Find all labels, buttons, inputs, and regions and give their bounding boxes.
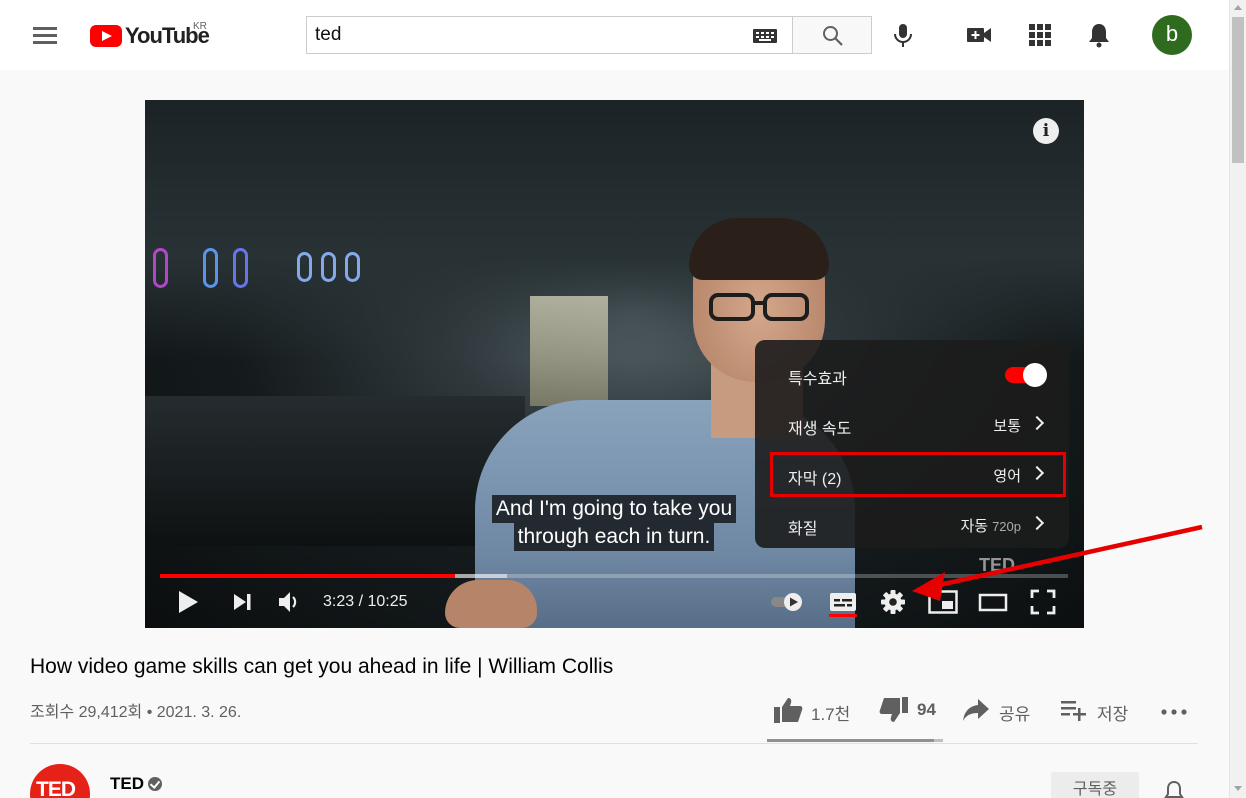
annotations-toggle[interactable] bbox=[1003, 363, 1049, 387]
like-count: 1.7천 bbox=[811, 705, 851, 724]
video-frame-neon bbox=[321, 252, 336, 282]
video-frame-neon bbox=[345, 252, 360, 282]
scroll-thumb[interactable] bbox=[1232, 17, 1244, 163]
more-actions-icon[interactable] bbox=[1160, 704, 1188, 720]
microphone-icon[interactable] bbox=[890, 22, 916, 48]
menu-item-value: 보통 bbox=[993, 418, 1021, 435]
like-dislike-ratio-bar bbox=[767, 739, 943, 742]
scroll-up-arrow-icon[interactable] bbox=[1234, 5, 1242, 10]
like-ratio-fill bbox=[767, 739, 935, 742]
menu-item-annotations[interactable]: 특수효과 bbox=[755, 350, 1069, 400]
time-display: 3:23 / 10:25 bbox=[323, 593, 408, 610]
account-avatar[interactable]: b bbox=[1152, 15, 1192, 55]
apps-grid-icon[interactable] bbox=[1027, 22, 1053, 48]
subtitle-caption: And I'm going to take you through each i… bbox=[481, 495, 747, 551]
next-video-icon[interactable] bbox=[231, 589, 255, 615]
search-input[interactable] bbox=[315, 17, 745, 53]
menu-item-label: 재생 속도 bbox=[788, 421, 852, 438]
like-button[interactable]: 1.7천 bbox=[773, 696, 863, 726]
search-button[interactable] bbox=[792, 16, 872, 54]
share-label: 공유 bbox=[999, 705, 1031, 724]
video-frame-background bbox=[145, 100, 1084, 360]
playlist-add-icon bbox=[1061, 701, 1086, 721]
video-frame-window bbox=[530, 296, 608, 406]
video-frame-neon bbox=[297, 252, 312, 282]
save-button[interactable]: 저장 bbox=[1060, 696, 1140, 726]
save-label: 저장 bbox=[1097, 705, 1129, 724]
search-box bbox=[306, 16, 793, 54]
caption-line-1: And I'm going to take you bbox=[491, 495, 737, 523]
settings-menu: 특수효과 재생 속도 보통 자막 (2) 영어 화질 자동 720p bbox=[755, 340, 1069, 548]
create-video-icon[interactable] bbox=[966, 22, 992, 48]
page-scrollbar[interactable] bbox=[1229, 0, 1246, 798]
divider bbox=[30, 743, 1198, 744]
play-icon[interactable] bbox=[176, 589, 200, 615]
video-frame-desks bbox=[145, 396, 525, 546]
speaker-hand bbox=[445, 580, 537, 628]
channel-avatar-text: TED bbox=[36, 778, 76, 798]
video-frame-neon bbox=[153, 248, 168, 288]
verified-badge-icon bbox=[148, 777, 162, 791]
channel-notification-bell-icon[interactable] bbox=[1163, 780, 1185, 798]
channel-name[interactable]: TED bbox=[110, 774, 144, 794]
volume-icon[interactable] bbox=[277, 589, 303, 615]
video-meta: 조회수 29,412회 • 2021. 3. 26. bbox=[30, 704, 242, 721]
dislike-count: 94 bbox=[917, 700, 936, 719]
menu-item-label: 특수효과 bbox=[788, 371, 847, 388]
search-icon bbox=[823, 26, 843, 46]
menu-item-playback-speed[interactable]: 재생 속도 보통 bbox=[755, 400, 1069, 450]
share-button[interactable]: 공유 bbox=[962, 696, 1042, 726]
subscribed-button[interactable]: 구독중 bbox=[1051, 772, 1139, 798]
progress-played bbox=[160, 574, 456, 578]
youtube-play-icon bbox=[90, 25, 122, 47]
thumbs-down-icon bbox=[879, 697, 908, 722]
annotation-arrow-icon bbox=[912, 524, 1203, 601]
thumbs-up-icon bbox=[774, 698, 803, 723]
chevron-right-icon bbox=[1029, 415, 1045, 431]
caption-line-2: through each in turn. bbox=[513, 523, 715, 551]
speaker-glasses bbox=[709, 293, 809, 321]
video-frame-neon bbox=[203, 248, 218, 288]
video-title: How video game skills can get you ahead … bbox=[30, 655, 614, 678]
menu-icon[interactable] bbox=[30, 22, 60, 48]
annotation-highlight-box bbox=[770, 452, 1066, 497]
youtube-logo[interactable]: YouTube bbox=[90, 22, 210, 50]
notifications-bell-icon[interactable] bbox=[1086, 22, 1112, 48]
video-frame-neon bbox=[233, 248, 248, 288]
info-icon[interactable]: i bbox=[1033, 118, 1059, 144]
keyboard-icon[interactable] bbox=[753, 29, 777, 43]
share-arrow-icon bbox=[963, 699, 989, 721]
channel-avatar[interactable]: TED bbox=[30, 764, 90, 798]
speaker-hair bbox=[689, 218, 829, 280]
scroll-down-arrow-icon[interactable] bbox=[1234, 786, 1242, 791]
country-code: KR bbox=[193, 21, 207, 32]
dislike-button[interactable]: 94 bbox=[879, 696, 949, 726]
toggle-knob bbox=[1023, 363, 1047, 387]
top-bar: YouTube KR b bbox=[0, 0, 1229, 70]
